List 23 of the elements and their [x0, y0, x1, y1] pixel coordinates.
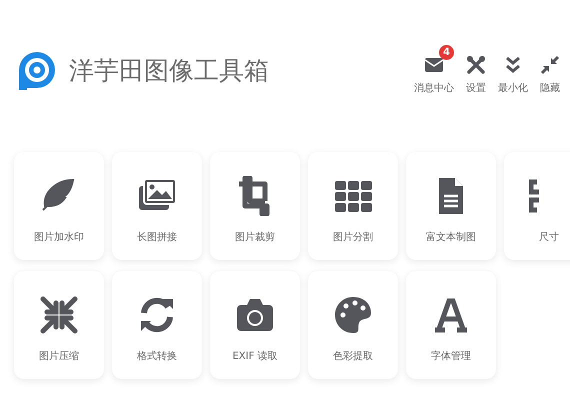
tool-card[interactable]: 尺寸	[504, 152, 570, 260]
app-title: 洋芋田图像工具箱	[69, 54, 269, 86]
minimize-button[interactable]: 最小化	[498, 45, 528, 95]
tool-card[interactable]: 图片分割	[308, 152, 398, 260]
tool-card[interactable]: 图片压缩	[14, 271, 104, 379]
messages-button[interactable]: 消息中心 4	[414, 45, 454, 95]
tool-card[interactable]: EXIF 读取	[210, 271, 300, 379]
envelope-icon	[424, 55, 444, 75]
palette-icon	[333, 295, 373, 335]
double-chevron-icon	[503, 55, 523, 75]
tool-card[interactable]: 富文本制图	[406, 152, 496, 260]
tool-card[interactable]: 图片加水印	[14, 152, 104, 260]
shrink-arrows-icon	[540, 55, 560, 75]
tool-card[interactable]: 字体管理	[406, 271, 496, 379]
settings-button[interactable]: 设置	[466, 45, 486, 95]
tool-card[interactable]: 格式转换	[112, 271, 202, 379]
compress-arrows-icon	[39, 295, 79, 335]
tool-card[interactable]: 色彩提取	[308, 271, 398, 379]
tools-icon	[466, 55, 486, 75]
tool-card[interactable]: 图片裁剪	[210, 152, 300, 260]
count-badge: 4	[439, 45, 454, 60]
tool-card[interactable]: 长图拼接	[112, 152, 202, 260]
hide-button[interactable]: 隐藏	[540, 45, 560, 95]
